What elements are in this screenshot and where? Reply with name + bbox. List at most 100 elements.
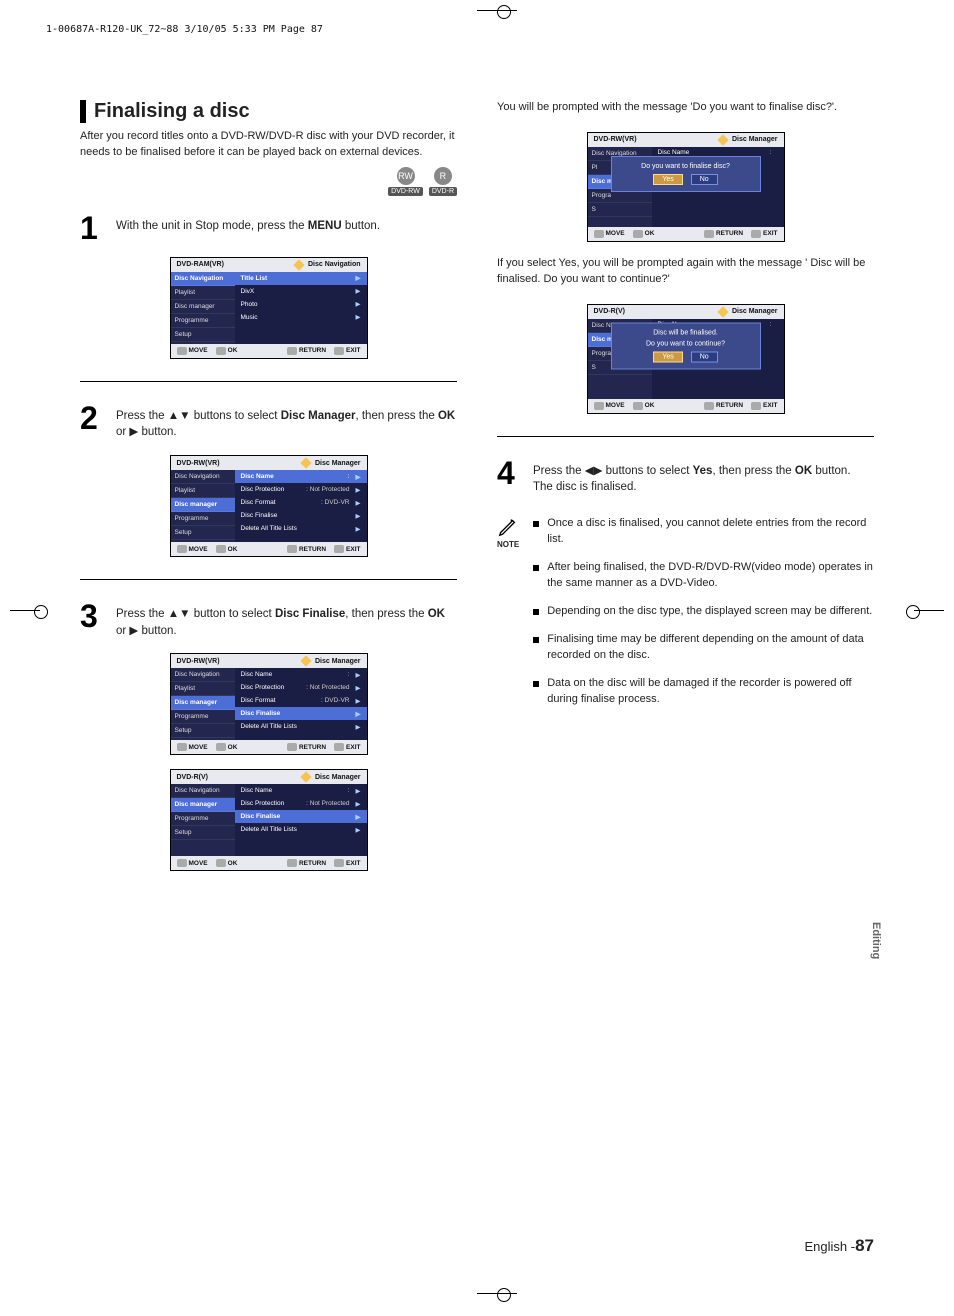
- prompt-text-2: If you select Yes, you will be prompted …: [497, 256, 874, 288]
- row-photo: Photo▶: [235, 298, 367, 311]
- divider: [497, 436, 874, 437]
- crop-mark-bottom: [477, 1293, 517, 1294]
- osd-footer: MOVE OK RETURN EXIT: [171, 542, 367, 556]
- row-disc-finalise: Disc Finalise▶: [235, 509, 367, 522]
- osd-disc-finalise-rw: DVD-RW(VR) Disc Manager Disc Navigation …: [170, 653, 368, 755]
- osd-header: DVD-R(V): [177, 774, 209, 781]
- side-disc-navigation: Disc Navigation: [171, 668, 235, 682]
- diamond-icon: [717, 306, 728, 317]
- yes-button[interactable]: Yes: [653, 174, 682, 185]
- diamond-icon: [717, 134, 728, 145]
- osd-header: DVD-RW(VR): [177, 658, 220, 665]
- side-programme: Programme: [171, 314, 235, 328]
- side-disc-navigation: Disc Navigation: [171, 272, 235, 286]
- row-title-list: Title List▶: [235, 272, 367, 285]
- side-disc-navigation: Disc Navigation: [171, 470, 235, 484]
- crop-mark-right: [914, 610, 944, 611]
- step-number: 3: [80, 602, 106, 639]
- row-disc-protection: Disc Protection: Not Protected▶: [235, 483, 367, 496]
- page-footer: English -87: [805, 1236, 875, 1256]
- note-label: NOTE: [497, 540, 519, 549]
- side-playlist: Playlist: [171, 286, 235, 300]
- section-title-bar: Finalising a disc: [80, 100, 457, 123]
- step-number: 2: [80, 404, 106, 441]
- no-button[interactable]: No: [691, 351, 718, 362]
- osd-finalise-dialog-1: DVD-RW(VR) Disc Manager Disc Navigation …: [587, 132, 785, 242]
- osd-footer: MOVE OK RETURN EXIT: [588, 399, 784, 413]
- step-1: 1 With the unit in Stop mode, press the …: [80, 214, 457, 243]
- row-disc-name: Disc Name:▶: [235, 668, 367, 681]
- osd-footer: MOVE OK RETURN EXIT: [171, 740, 367, 754]
- osd-header: DVD-RAM(VR): [177, 261, 224, 268]
- row-delete-all: Delete All Title Lists▶: [235, 823, 367, 836]
- side-disc-manager: Disc manager: [171, 300, 235, 314]
- row-disc-name: Disc Name:▶: [235, 784, 367, 797]
- step-number: 4: [497, 459, 523, 496]
- disc-r-icon: R: [434, 167, 452, 185]
- diamond-icon: [293, 259, 304, 270]
- side-programme: Programme: [171, 710, 235, 724]
- step-text: Press the ▲▼ button to select Disc Final…: [116, 602, 457, 639]
- side-programme: Programme: [171, 512, 235, 526]
- disc-rw-icon: RW: [397, 167, 415, 185]
- side-disc-manager: Disc manager: [171, 798, 235, 812]
- step-3: 3 Press the ▲▼ button to select Disc Fin…: [80, 602, 457, 639]
- step-text: Press the ◀▶ buttons to select Yes, then…: [533, 459, 851, 496]
- osd-footer: MOVE OK RETURN EXIT: [588, 227, 784, 241]
- prompt-text-1: You will be prompted with the message 'D…: [497, 100, 874, 116]
- row-disc-protection: Disc Protection: Not Protected▶: [235, 681, 367, 694]
- exit-icon: [334, 347, 344, 355]
- row-disc-finalise: Disc Finalise▶: [235, 810, 367, 823]
- divider: [80, 381, 457, 382]
- row-delete-all: Delete All Title Lists▶: [235, 522, 367, 535]
- yes-button[interactable]: Yes: [653, 351, 682, 362]
- osd-disc-navigation: DVD-RAM(VR) Disc Navigation Disc Navigat…: [170, 257, 368, 359]
- confirm-dialog: Disc will be finalised. Do you want to c…: [611, 322, 761, 369]
- crop-mark-top: [477, 10, 517, 11]
- dialog-message-1: Disc will be finalised.: [616, 329, 756, 336]
- row-disc-finalise: Disc Finalise▶: [235, 707, 367, 720]
- step-4: 4 Press the ◀▶ buttons to select Yes, th…: [497, 459, 874, 496]
- move-icon: [177, 347, 187, 355]
- side-setup: S: [588, 203, 652, 217]
- section-intro: After you record titles onto a DVD-RW/DV…: [80, 129, 457, 161]
- row-disc-format: Disc Format: DVD-VR▶: [235, 496, 367, 509]
- side-playlist: Playlist: [171, 682, 235, 696]
- osd-header: DVD-R(V): [594, 308, 626, 315]
- step-text: With the unit in Stop mode, press the ME…: [116, 214, 380, 243]
- side-disc-manager: Disc manager: [171, 696, 235, 710]
- no-button[interactable]: No: [691, 174, 718, 185]
- row-disc-protection: Disc Protection: Not Protected▶: [235, 797, 367, 810]
- diamond-icon: [300, 656, 311, 667]
- note-item: Depending on the disc type, the displaye…: [533, 604, 874, 620]
- step-2: 2 Press the ▲▼ buttons to select Disc Ma…: [80, 404, 457, 441]
- osd-footer: MOVE OK RETURN EXIT: [171, 856, 367, 870]
- osd-footer: MOVE OK RETURN EXIT: [171, 344, 367, 358]
- confirm-dialog: Do you want to finalise disc? Yes No: [611, 156, 761, 192]
- note-item: Finalising time may be different dependi…: [533, 632, 874, 664]
- osd-disc-manager: DVD-RW(VR) Disc Manager Disc Navigation …: [170, 455, 368, 557]
- note-icon: [497, 516, 519, 538]
- side-disc-navigation: Disc Navigation: [171, 784, 235, 798]
- side-setup: Setup: [171, 526, 235, 540]
- row-disc-name: Disc Name:▶: [235, 470, 367, 483]
- note-item: Once a disc is finalised, you cannot del…: [533, 516, 874, 548]
- side-setup: Setup: [171, 328, 235, 342]
- badge-dvd-r: R DVD-R: [429, 167, 457, 196]
- dialog-message: Do you want to finalise disc?: [616, 163, 756, 170]
- note-item: After being finalised, the DVD-R/DVD-RW(…: [533, 560, 874, 592]
- osd-disc-finalise-r: DVD-R(V) Disc Manager Disc Navigation Di…: [170, 769, 368, 871]
- notes-list: Once a disc is finalised, you cannot del…: [533, 516, 874, 719]
- return-icon: [287, 347, 297, 355]
- note-item: Data on the disc will be damaged if the …: [533, 676, 874, 708]
- row-disc-format: Disc Format: DVD-VR▶: [235, 694, 367, 707]
- step-text: Press the ▲▼ buttons to select Disc Mana…: [116, 404, 457, 441]
- note-block: NOTE Once a disc is finalised, you canno…: [497, 516, 874, 719]
- dialog-message-2: Do you want to continue?: [616, 340, 756, 347]
- side-disc-manager: Disc manager: [171, 498, 235, 512]
- side-setup: Setup: [171, 724, 235, 738]
- osd-header: DVD-RW(VR): [177, 460, 220, 467]
- print-header: 1-00687A-R120-UK_72~88 3/10/05 5:33 PM P…: [46, 24, 323, 35]
- badge-dvd-rw: RW DVD-RW: [388, 167, 423, 196]
- section-tab: Editing: [870, 922, 882, 959]
